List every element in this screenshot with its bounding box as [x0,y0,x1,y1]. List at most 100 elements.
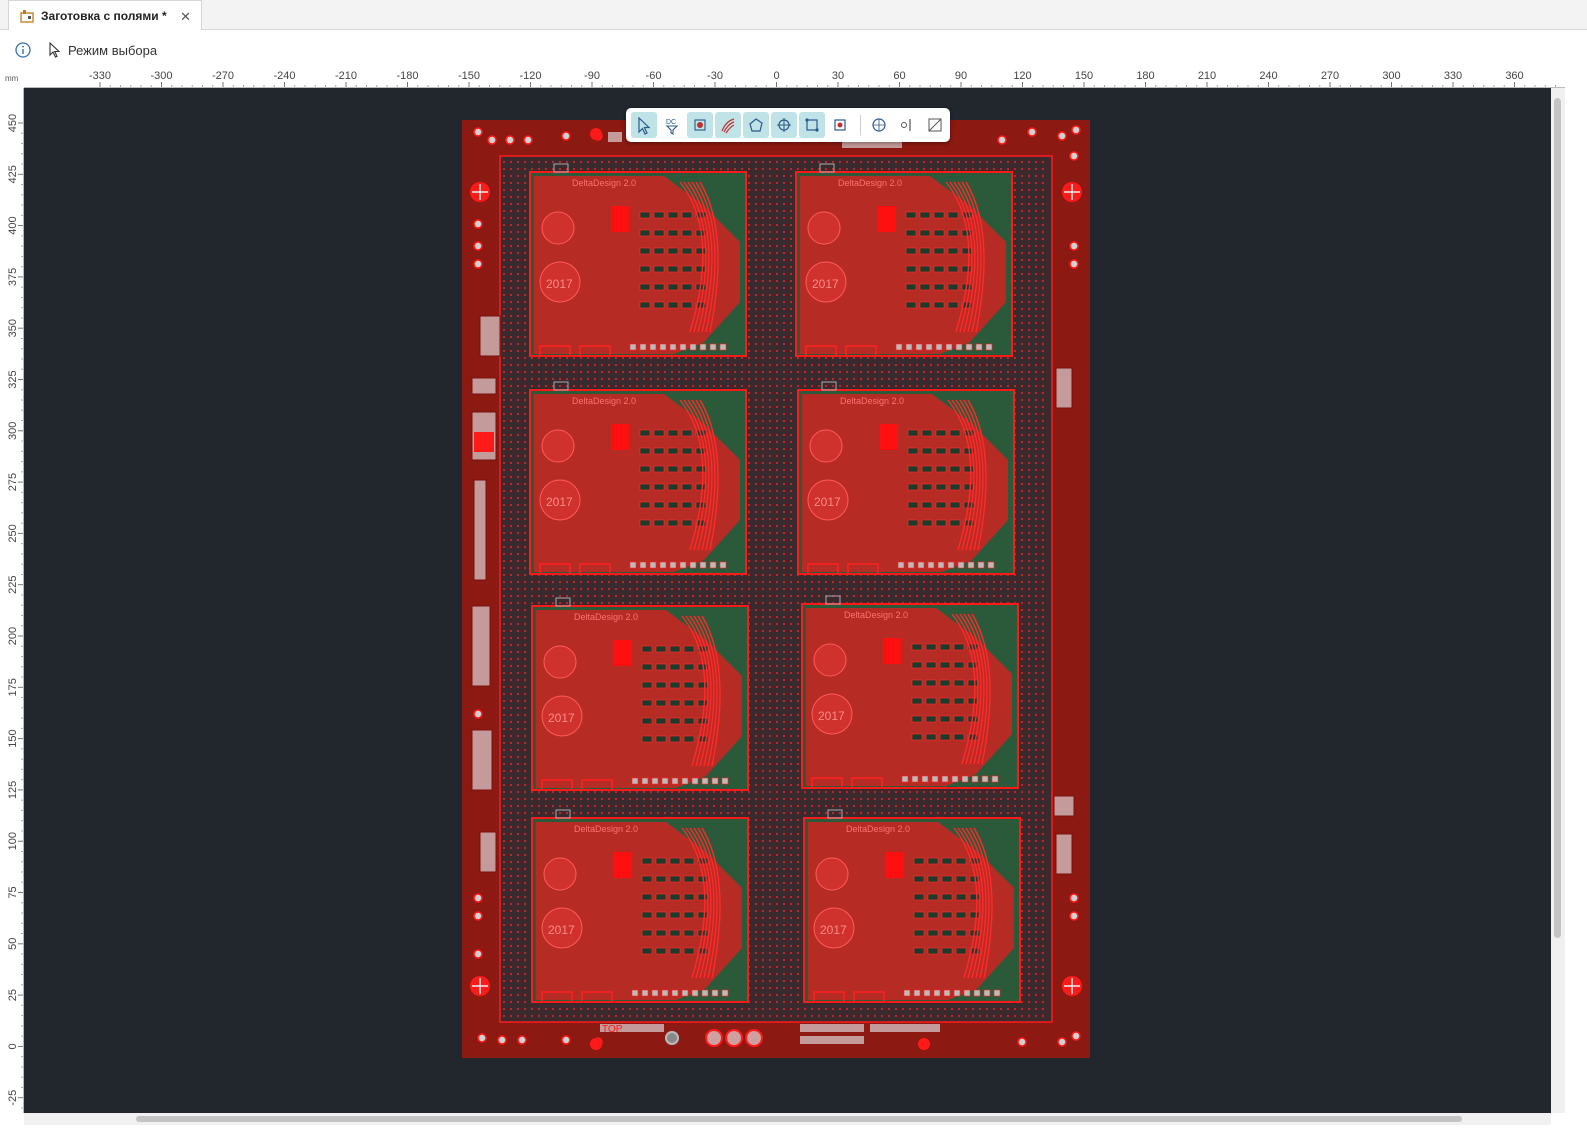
mounting-pad [725,1029,743,1047]
test-coupon [473,479,487,581]
ruler-y-label: -25 [7,1090,19,1106]
ruler-y-label: 0 [7,1043,19,1049]
ruler-y-label: 75 [7,886,19,898]
board-outline-icon [805,118,819,132]
ruler-x-label: 330 [1444,70,1462,82]
test-coupon [1053,795,1075,817]
ruler-y-label: 200 [7,627,19,645]
tooling-hole [473,259,483,269]
fiducial-dot [918,1038,930,1050]
pcb-canvas[interactable]: TOP DeltaDesign 2.0 2017 DeltaDesign 2.0 201… [24,88,1551,1113]
ruler-x-label: -240 [273,70,295,82]
ruler-x-label: -300 [150,70,172,82]
ruler-x-label: -90 [584,70,600,82]
pcb-board: DeltaDesign 2.0 2017 [803,809,1021,1003]
ruler-x-label: -30 [707,70,723,82]
ruler-x-label: -180 [396,70,418,82]
tooling-hole [1069,151,1079,161]
select-arrow-icon [638,116,651,135]
ruler-y-label: 275 [7,473,19,491]
traces-visibility-button[interactable] [715,112,741,138]
mounting-pad [745,1029,763,1047]
ruler-y-label: 225 [7,576,19,594]
test-coupon [471,377,497,395]
ruler-y-label: 450 [7,114,19,132]
ruler-y-label: 25 [7,989,19,1001]
toolbar-separator [860,115,861,135]
document-tab[interactable]: Заготовка с полями * ✕ [8,0,202,30]
vertical-scrollbar[interactable] [1551,88,1565,1113]
drc-filter-icon: DC [665,119,679,135]
component-visibility-button[interactable] [687,112,713,138]
ruler-x-label: 300 [1382,70,1400,82]
polygon-visibility-button[interactable] [743,112,769,138]
mode-label[interactable]: Режим выбора [68,43,157,58]
board-brand: DeltaDesign 2.0 [572,178,636,188]
board-brand: DeltaDesign 2.0 [574,824,638,834]
ruler-x-label: -120 [519,70,541,82]
tooling-hole [1069,241,1079,251]
ruler-y-label: 400 [7,216,19,234]
tooling-hole [517,1035,527,1045]
ruler-x-label: 270 [1321,70,1339,82]
board-brand: DeltaDesign 2.0 [838,178,902,188]
fiducial-button[interactable] [827,112,853,138]
bottom-strip [0,1125,1587,1144]
board-outline-button[interactable] [799,112,825,138]
drc-filter-button[interactable]: DC [659,112,685,138]
label-strip [800,1024,864,1032]
ruler-y-label: 175 [7,678,19,696]
layer-switch-button[interactable] [894,112,920,138]
tooling-hole [1017,1037,1027,1047]
tooling-hole [477,1033,487,1043]
pcb-panel[interactable]: TOP DeltaDesign 2.0 2017 DeltaDesign 2.0 201… [24,88,1551,1113]
board-brand: DeltaDesign 2.0 [840,396,904,406]
tooling-hole [497,1035,507,1045]
tooling-hole [1027,127,1037,137]
target-mark [665,1031,679,1045]
via-visibility-icon [777,118,791,132]
traces-visibility-icon [721,118,735,134]
info-icon[interactable] [15,42,31,58]
mounting-pad [705,1029,723,1047]
vertical-ruler: 4504254003753503253002752502252001751501… [0,88,24,1113]
layer-label: TOP [602,1024,623,1035]
tab-bar: Заготовка с полями * ✕ [0,0,1587,30]
ruler-y-label: 150 [7,729,19,747]
ruler-y-label: 350 [7,319,19,337]
3d-view-button[interactable] [866,112,892,138]
ruler-x-label: 240 [1259,70,1277,82]
grid-off-button[interactable] [922,112,948,138]
board-year: 2017 [546,495,573,509]
ruler-x-label: 150 [1075,70,1093,82]
fiducial-dot [590,1038,602,1050]
pcb-board: DeltaDesign 2.0 2017 [801,595,1019,789]
board-year: 2017 [546,277,573,291]
tooling-hole [1071,1031,1081,1041]
tooling-hole [487,135,497,145]
panel-icon [20,9,34,23]
board-brand: DeltaDesign 2.0 [846,824,910,834]
close-icon[interactable]: ✕ [180,9,191,25]
ruler-x-label: 180 [1136,70,1154,82]
tooling-hole [473,949,483,959]
board-year: 2017 [812,277,839,291]
ruler-x-label: 90 [955,70,967,82]
test-coupon [479,315,501,357]
tooling-hole [473,709,483,719]
mode-toolbar [0,30,1587,68]
vertical-scroll-thumb[interactable] [1554,98,1561,938]
pcb-board: DeltaDesign 2.0 2017 [531,809,749,1003]
horizontal-scrollbar[interactable] [24,1113,1551,1125]
tab-title: Заготовка с полями * [41,8,167,23]
via-visibility-button[interactable] [771,112,797,138]
ruler-y-label: 250 [7,524,19,542]
tooling-hole [523,135,533,145]
tooling-hole [1069,911,1079,921]
horizontal-scroll-thumb[interactable] [136,1116,1462,1122]
ruler-y-label: 300 [7,422,19,440]
ruler-x-label: -270 [212,70,234,82]
select-arrow-button[interactable] [631,112,657,138]
ruler-y-label: 50 [7,938,19,950]
tooling-hole [1069,259,1079,269]
